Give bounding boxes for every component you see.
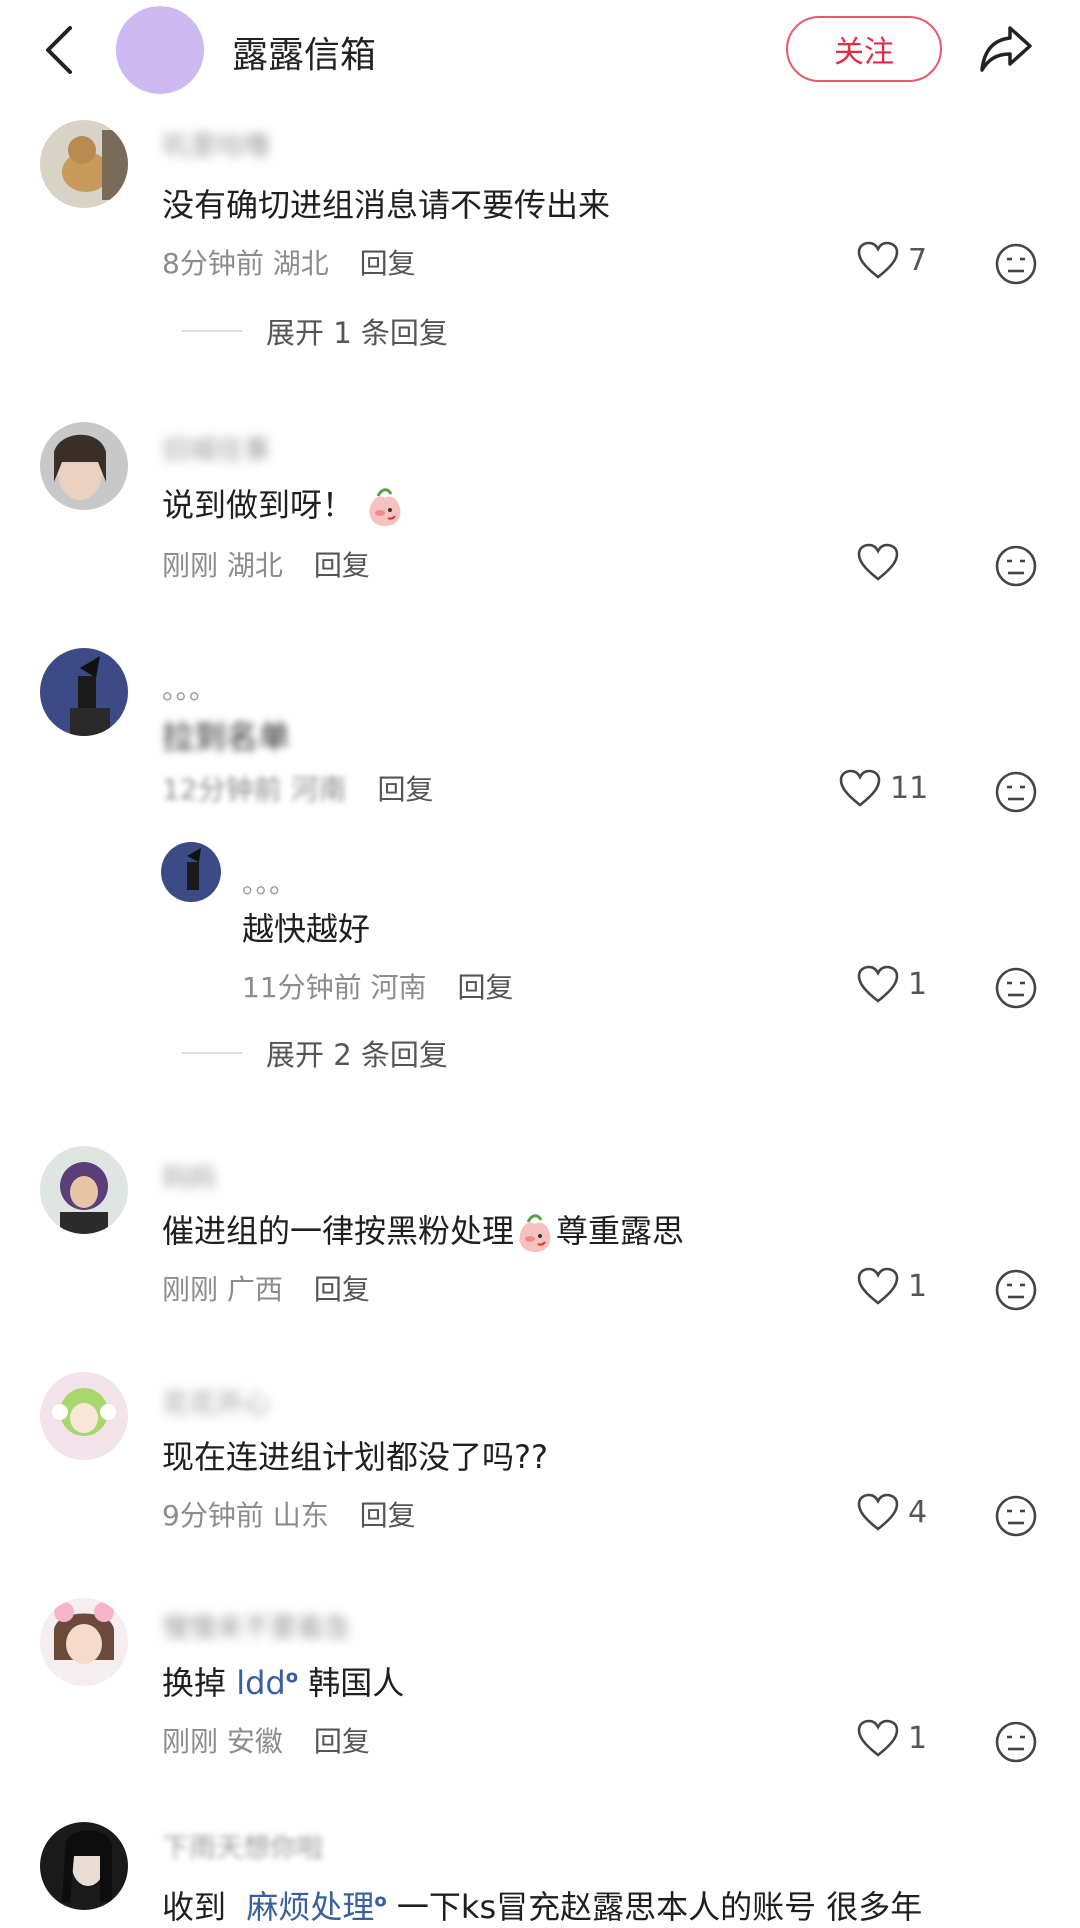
comment-meta: 12分钟前 河南 回复 xyxy=(162,768,433,808)
avatar[interactable] xyxy=(40,1372,128,1460)
comment-location: 湖北 xyxy=(226,549,283,582)
username[interactable]: 花花开心 xyxy=(162,1382,270,1421)
back-arrow-icon[interactable] xyxy=(40,24,80,76)
username[interactable]: 旧城往事 xyxy=(162,428,270,467)
avatar[interactable] xyxy=(40,1822,128,1910)
comment-time: 刚刚 xyxy=(162,549,219,582)
avatar[interactable] xyxy=(40,1146,128,1234)
comment-time: 8分钟前 xyxy=(162,247,264,280)
avatar[interactable] xyxy=(40,120,128,208)
expand-replies-button[interactable]: 展开 1 条回复 xyxy=(182,310,448,352)
like-button[interactable] xyxy=(856,542,908,582)
avatar[interactable] xyxy=(40,648,128,736)
account-avatar[interactable] xyxy=(116,6,204,94)
comment-meta: 刚刚 湖北 回复 xyxy=(162,544,370,584)
comment-meta: 9分钟前 山东 回复 xyxy=(162,1494,416,1534)
reply-button[interactable]: 回复 xyxy=(457,971,513,1004)
comment-meta: 8分钟前 湖北 回复 xyxy=(162,242,416,282)
comment-text: 没有确切进组消息请不要传出来 xyxy=(162,186,611,224)
comment-meta: 刚刚 安徽 回复 xyxy=(162,1720,370,1760)
like-button[interactable]: 4 xyxy=(856,1492,927,1532)
username[interactable]: 妈妈 xyxy=(162,1156,216,1195)
username[interactable]: 慢慢来不要着急 xyxy=(162,1606,351,1645)
follow-button[interactable]: 关注 xyxy=(786,16,942,82)
heart-icon xyxy=(857,241,899,279)
comment-location: 山东 xyxy=(272,1499,329,1532)
neutral-face-icon[interactable] xyxy=(994,1720,1038,1764)
comment-meta: 刚刚 广西 回复 xyxy=(162,1268,370,1308)
like-count: 4 xyxy=(908,1494,928,1530)
reply-time: 11分钟前 xyxy=(242,971,362,1004)
reply-location: 河南 xyxy=(370,971,427,1004)
comment-text: 换掉 ldd𝗼 韩国人 xyxy=(162,1664,405,1702)
comment-time: 9分钟前 xyxy=(162,1499,264,1532)
neutral-face-icon[interactable] xyxy=(994,242,1038,286)
comment-time: 刚刚 xyxy=(162,1725,219,1758)
reply-username[interactable]: 。。。 xyxy=(242,862,296,901)
comment-text: 收到 麻烦处理𝗼 一下ks冒充赵露思本人的账号 很多年 xyxy=(162,1888,923,1926)
username[interactable]: 下雨天想你啦 xyxy=(162,1826,324,1865)
comment-text: 催进组的一律按黑粉处理 尊重露思 xyxy=(162,1206,684,1254)
search-magnifier-icon: 𝗼 xyxy=(374,1890,387,1912)
neutral-face-icon[interactable] xyxy=(994,770,1038,814)
comment-location: 广西 xyxy=(226,1273,283,1306)
search-magnifier-icon: 𝗼 xyxy=(285,1666,299,1688)
peach-kiss-emoji xyxy=(369,488,401,526)
reply-button[interactable]: 回复 xyxy=(360,247,416,280)
username[interactable]: 叽里咕噜 xyxy=(162,124,270,163)
like-button[interactable]: 11 xyxy=(838,768,928,808)
reply-button[interactable]: 回复 xyxy=(377,773,433,806)
comment-text: 说到做到呀！ xyxy=(162,480,406,528)
heart-icon xyxy=(857,965,899,1003)
like-button[interactable]: 1 xyxy=(856,1718,927,1758)
heart-icon xyxy=(839,769,881,807)
avatar[interactable] xyxy=(40,1598,128,1686)
like-button[interactable]: 1 xyxy=(856,964,927,1004)
heart-icon xyxy=(857,1719,899,1757)
neutral-face-icon[interactable] xyxy=(994,966,1038,1010)
like-count: 1 xyxy=(908,1268,928,1304)
reply-avatar[interactable] xyxy=(161,842,221,902)
share-icon[interactable] xyxy=(978,22,1034,74)
comment-location: 安徽 xyxy=(226,1725,283,1758)
like-count: 7 xyxy=(908,242,928,278)
like-count: 1 xyxy=(908,1720,928,1756)
comment-text: 拉到名单 xyxy=(162,718,291,756)
comment-time: 12分钟前 xyxy=(162,773,282,806)
top-bar: 露露信箱 关注 xyxy=(0,0,1080,102)
account-name: 露露信箱 xyxy=(232,35,377,76)
like-button[interactable]: 7 xyxy=(856,240,927,280)
comment-text: 现在连进组计划都没了吗?? xyxy=(162,1438,548,1476)
avatar[interactable] xyxy=(40,422,128,510)
neutral-face-icon[interactable] xyxy=(994,544,1038,588)
username[interactable]: 。。。 xyxy=(162,668,216,707)
peach-kiss-emoji xyxy=(519,1214,551,1252)
keyword-link[interactable]: ldd𝗼 xyxy=(236,1664,298,1702)
expand-replies-button[interactable]: 展开 2 条回复 xyxy=(182,1032,448,1074)
reply-button[interactable]: 回复 xyxy=(360,1499,416,1532)
heart-icon xyxy=(857,543,899,581)
like-count: 11 xyxy=(890,770,929,806)
reply-button[interactable]: 回复 xyxy=(314,1725,370,1758)
neutral-face-icon[interactable] xyxy=(994,1268,1038,1312)
comment-location: 河南 xyxy=(290,773,347,806)
comment-time: 刚刚 xyxy=(162,1273,219,1306)
reply-button[interactable]: 回复 xyxy=(314,1273,370,1306)
reply-button[interactable]: 回复 xyxy=(314,549,370,582)
reply-meta: 11分钟前 河南 回复 xyxy=(242,966,513,1006)
heart-icon xyxy=(857,1493,899,1531)
like-button[interactable]: 1 xyxy=(856,1266,927,1306)
keyword-link[interactable]: 麻烦处理𝗼 xyxy=(246,1888,386,1926)
comment-location: 湖北 xyxy=(272,247,329,280)
like-count: 1 xyxy=(908,966,928,1002)
neutral-face-icon[interactable] xyxy=(994,1494,1038,1538)
reply-text: 越快越好 xyxy=(242,910,371,948)
heart-icon xyxy=(857,1267,899,1305)
